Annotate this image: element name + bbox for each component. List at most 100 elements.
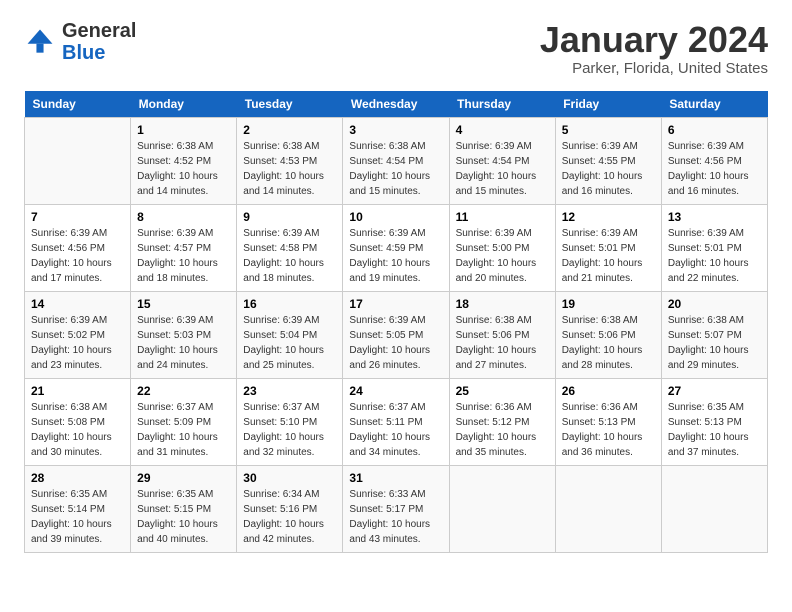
day-info: Sunrise: 6:35 AM Sunset: 5:13 PM Dayligh… xyxy=(668,400,761,460)
calendar-cell: 5 Sunrise: 6:39 AM Sunset: 4:55 PM Daylig… xyxy=(555,117,661,204)
day-info: Sunrise: 6:38 AM Sunset: 4:52 PM Dayligh… xyxy=(137,139,230,199)
calendar-week-row: 21 Sunrise: 6:38 AM Sunset: 5:08 PM Dayli… xyxy=(25,378,768,465)
calendar-cell xyxy=(25,117,131,204)
day-info: Sunrise: 6:35 AM Sunset: 5:15 PM Dayligh… xyxy=(137,487,230,547)
weekday-header-tuesday: Tuesday xyxy=(237,91,343,118)
calendar-cell: 29 Sunrise: 6:35 AM Sunset: 5:15 PM Dayli… xyxy=(131,465,237,552)
calendar-cell xyxy=(449,465,555,552)
day-info: Sunrise: 6:39 AM Sunset: 4:56 PM Dayligh… xyxy=(668,139,761,199)
calendar-cell: 10 Sunrise: 6:39 AM Sunset: 4:59 PM Dayli… xyxy=(343,204,449,291)
calendar-cell: 11 Sunrise: 6:39 AM Sunset: 5:00 PM Dayli… xyxy=(449,204,555,291)
day-number: 18 xyxy=(456,297,549,311)
title-block: January 2024 Parker, Florida, United Sta… xyxy=(540,20,768,77)
calendar-cell: 8 Sunrise: 6:39 AM Sunset: 4:57 PM Daylig… xyxy=(131,204,237,291)
logo-text: General Blue xyxy=(62,20,136,64)
day-info: Sunrise: 6:38 AM Sunset: 5:06 PM Dayligh… xyxy=(562,313,655,373)
day-number: 8 xyxy=(137,210,230,224)
day-info: Sunrise: 6:38 AM Sunset: 5:08 PM Dayligh… xyxy=(31,400,124,460)
day-number: 7 xyxy=(31,210,124,224)
calendar-cell: 4 Sunrise: 6:39 AM Sunset: 4:54 PM Daylig… xyxy=(449,117,555,204)
day-info: Sunrise: 6:36 AM Sunset: 5:12 PM Dayligh… xyxy=(456,400,549,460)
calendar-cell: 15Sunrise: 6:39 AM Sunset: 5:03 PM Dayli… xyxy=(131,291,237,378)
calendar-cell: 19 Sunrise: 6:38 AM Sunset: 5:06 PM Dayli… xyxy=(555,291,661,378)
calendar-cell: 27 Sunrise: 6:35 AM Sunset: 5:13 PM Dayli… xyxy=(661,378,767,465)
day-info: Sunrise: 6:39 AM Sunset: 4:57 PM Dayligh… xyxy=(137,226,230,286)
calendar-cell: 20 Sunrise: 6:38 AM Sunset: 5:07 PM Dayli… xyxy=(661,291,767,378)
calendar-cell: 28 Sunrise: 6:35 AM Sunset: 5:14 PM Dayli… xyxy=(25,465,131,552)
weekday-header-wednesday: Wednesday xyxy=(343,91,449,118)
calendar-cell: 17 Sunrise: 6:39 AM Sunset: 5:05 PM Dayli… xyxy=(343,291,449,378)
calendar-cell: 24 Sunrise: 6:37 AM Sunset: 5:11 PM Dayli… xyxy=(343,378,449,465)
calendar-cell: 13Sunrise: 6:39 AM Sunset: 5:01 PM Dayli… xyxy=(661,204,767,291)
weekday-header-sunday: Sunday xyxy=(25,91,131,118)
calendar-cell: 6 Sunrise: 6:39 AM Sunset: 4:56 PM Daylig… xyxy=(661,117,767,204)
day-info: Sunrise: 6:39 AM Sunset: 4:58 PM Dayligh… xyxy=(243,226,336,286)
calendar-table: SundayMondayTuesdayWednesdayThursdayFrid… xyxy=(24,91,768,553)
day-number: 24 xyxy=(349,384,442,398)
day-number: 2 xyxy=(243,123,336,137)
calendar-subtitle: Parker, Florida, United States xyxy=(540,60,768,77)
calendar-cell: 30 Sunrise: 6:34 AM Sunset: 5:16 PM Dayli… xyxy=(237,465,343,552)
calendar-cell: 22Sunrise: 6:37 AM Sunset: 5:09 PM Dayli… xyxy=(131,378,237,465)
day-number: 30 xyxy=(243,471,336,485)
day-number: 15 xyxy=(137,297,230,311)
day-number: 26 xyxy=(562,384,655,398)
day-info: Sunrise: 6:38 AM Sunset: 4:54 PM Dayligh… xyxy=(349,139,442,199)
logo: General Blue xyxy=(24,20,136,64)
weekday-header-monday: Monday xyxy=(131,91,237,118)
calendar-cell: 31Sunrise: 6:33 AM Sunset: 5:17 PM Dayli… xyxy=(343,465,449,552)
day-info: Sunrise: 6:39 AM Sunset: 5:00 PM Dayligh… xyxy=(456,226,549,286)
day-info: Sunrise: 6:37 AM Sunset: 5:10 PM Dayligh… xyxy=(243,400,336,460)
weekday-header-thursday: Thursday xyxy=(449,91,555,118)
day-number: 31 xyxy=(349,471,442,485)
day-info: Sunrise: 6:39 AM Sunset: 4:54 PM Dayligh… xyxy=(456,139,549,199)
day-number: 19 xyxy=(562,297,655,311)
day-number: 1 xyxy=(137,123,230,137)
day-number: 5 xyxy=(562,123,655,137)
day-info: Sunrise: 6:39 AM Sunset: 5:01 PM Dayligh… xyxy=(562,226,655,286)
day-info: Sunrise: 6:34 AM Sunset: 5:16 PM Dayligh… xyxy=(243,487,336,547)
day-number: 10 xyxy=(349,210,442,224)
calendar-cell xyxy=(661,465,767,552)
weekday-header-row: SundayMondayTuesdayWednesdayThursdayFrid… xyxy=(25,91,768,118)
day-number: 28 xyxy=(31,471,124,485)
day-info: Sunrise: 6:38 AM Sunset: 5:07 PM Dayligh… xyxy=(668,313,761,373)
day-number: 4 xyxy=(456,123,549,137)
day-number: 25 xyxy=(456,384,549,398)
day-number: 21 xyxy=(31,384,124,398)
day-info: Sunrise: 6:39 AM Sunset: 4:56 PM Dayligh… xyxy=(31,226,124,286)
day-number: 11 xyxy=(456,210,549,224)
calendar-title: January 2024 xyxy=(540,20,768,60)
logo-icon xyxy=(24,26,56,58)
day-info: Sunrise: 6:39 AM Sunset: 5:05 PM Dayligh… xyxy=(349,313,442,373)
calendar-cell: 16Sunrise: 6:39 AM Sunset: 5:04 PM Dayli… xyxy=(237,291,343,378)
day-number: 22 xyxy=(137,384,230,398)
calendar-cell: 18Sunrise: 6:38 AM Sunset: 5:06 PM Dayli… xyxy=(449,291,555,378)
calendar-cell: 1 Sunrise: 6:38 AM Sunset: 4:52 PM Daylig… xyxy=(131,117,237,204)
calendar-week-row: 28 Sunrise: 6:35 AM Sunset: 5:14 PM Dayli… xyxy=(25,465,768,552)
calendar-cell: 2Sunrise: 6:38 AM Sunset: 4:53 PM Daylig… xyxy=(237,117,343,204)
calendar-cell: 23Sunrise: 6:37 AM Sunset: 5:10 PM Dayli… xyxy=(237,378,343,465)
calendar-week-row: 14 Sunrise: 6:39 AM Sunset: 5:02 PM Dayli… xyxy=(25,291,768,378)
day-number: 17 xyxy=(349,297,442,311)
day-info: Sunrise: 6:39 AM Sunset: 5:02 PM Dayligh… xyxy=(31,313,124,373)
calendar-cell: 21 Sunrise: 6:38 AM Sunset: 5:08 PM Dayli… xyxy=(25,378,131,465)
calendar-cell: 14 Sunrise: 6:39 AM Sunset: 5:02 PM Dayli… xyxy=(25,291,131,378)
calendar-cell: 7 Sunrise: 6:39 AM Sunset: 4:56 PM Daylig… xyxy=(25,204,131,291)
day-number: 12 xyxy=(562,210,655,224)
day-info: Sunrise: 6:37 AM Sunset: 5:11 PM Dayligh… xyxy=(349,400,442,460)
day-number: 27 xyxy=(668,384,761,398)
calendar-cell: 26Sunrise: 6:36 AM Sunset: 5:13 PM Dayli… xyxy=(555,378,661,465)
page-header: General Blue January 2024 Parker, Florid… xyxy=(24,20,768,77)
day-number: 14 xyxy=(31,297,124,311)
weekday-header-friday: Friday xyxy=(555,91,661,118)
day-number: 29 xyxy=(137,471,230,485)
day-info: Sunrise: 6:35 AM Sunset: 5:14 PM Dayligh… xyxy=(31,487,124,547)
day-info: Sunrise: 6:39 AM Sunset: 4:55 PM Dayligh… xyxy=(562,139,655,199)
weekday-header-saturday: Saturday xyxy=(661,91,767,118)
day-number: 6 xyxy=(668,123,761,137)
calendar-cell: 25 Sunrise: 6:36 AM Sunset: 5:12 PM Dayli… xyxy=(449,378,555,465)
day-number: 20 xyxy=(668,297,761,311)
day-info: Sunrise: 6:39 AM Sunset: 4:59 PM Dayligh… xyxy=(349,226,442,286)
day-number: 13 xyxy=(668,210,761,224)
